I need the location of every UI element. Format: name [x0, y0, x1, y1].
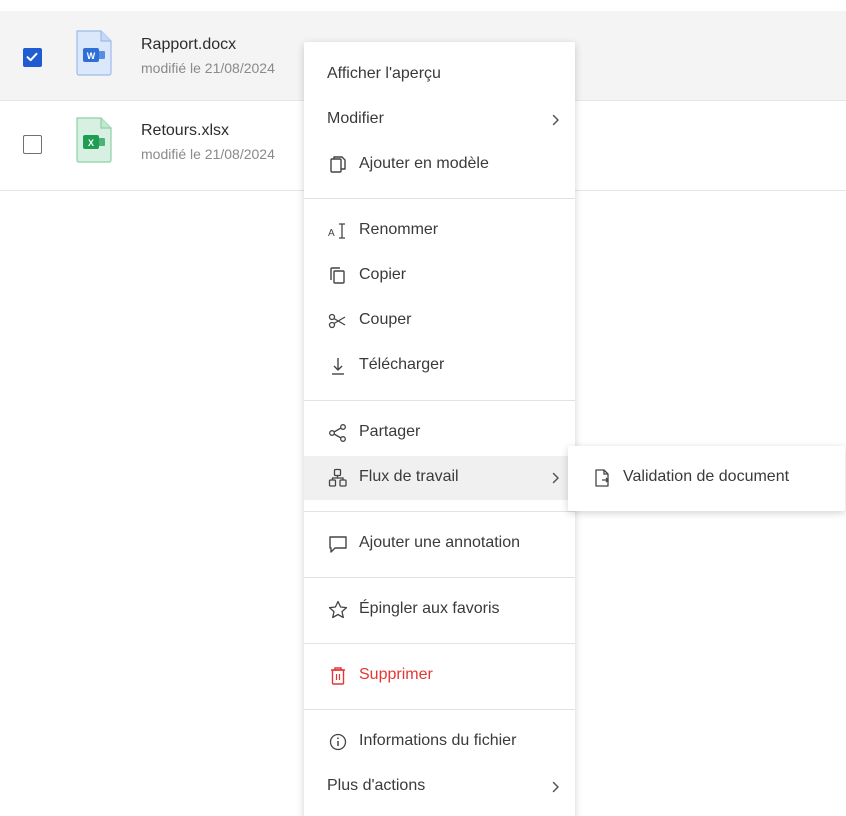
menu-item-label: Ajouter une annotation: [359, 534, 521, 551]
svg-text:X: X: [88, 138, 94, 148]
chevron-right-icon: [552, 781, 559, 793]
menu-item-copy[interactable]: Copier: [304, 254, 575, 298]
menu-item-share[interactable]: Partager: [304, 411, 575, 455]
menu-item-add-annotation[interactable]: Ajouter une annotation: [304, 522, 575, 566]
file-name[interactable]: Retours.xlsx: [141, 122, 229, 140]
menu-item-label: Supprimer: [359, 666, 433, 683]
menu-item-label: Partager: [359, 423, 421, 440]
workflow-icon: [328, 468, 347, 487]
template-icon: [330, 156, 346, 173]
star-icon: [328, 600, 348, 619]
menu-item-label: Copier: [359, 266, 407, 283]
menu-separator: [304, 511, 575, 512]
comment-icon: [329, 536, 347, 553]
menu-item-label: Ajouter en modèle: [359, 155, 489, 172]
file-browser: W Rapport.docx modifié le 21/08/2024 X R…: [0, 0, 846, 816]
menu-item-pin-favorites[interactable]: Épingler aux favoris: [304, 588, 575, 632]
menu-separator: [304, 400, 575, 401]
svg-text:A: A: [328, 228, 335, 239]
svg-text:W: W: [87, 51, 96, 61]
file-modified-date: modifié le 21/08/2024: [141, 146, 275, 162]
menu-item-label: Couper: [359, 311, 412, 328]
checkmark-icon: [26, 52, 38, 62]
menu-separator: [304, 709, 575, 710]
copy-icon: [330, 267, 345, 284]
menu-item-more-actions[interactable]: Plus d'actions: [304, 765, 575, 809]
excel-file-icon: X: [76, 117, 112, 163]
menu-item-label: Informations du fichier: [359, 732, 517, 749]
menu-item-workflow[interactable]: Flux de travail: [304, 456, 575, 500]
menu-item-label: Plus d'actions: [327, 777, 426, 794]
menu-item-file-info[interactable]: Informations du fichier: [304, 720, 575, 764]
menu-item-label: Afficher l'aperçu: [327, 65, 441, 82]
menu-item-delete[interactable]: Supprimer: [304, 654, 575, 698]
workflow-submenu: Validation de document: [568, 446, 845, 511]
file-checkbox[interactable]: [23, 135, 42, 154]
menu-item-label: Épingler aux favoris: [359, 600, 500, 617]
menu-item-edit[interactable]: Modifier: [304, 98, 575, 142]
menu-item-cut[interactable]: Couper: [304, 299, 575, 343]
file-checkbox[interactable]: [23, 48, 42, 67]
context-menu: Afficher l'aperçu Modifier Ajouter en mo…: [304, 42, 575, 816]
trash-icon: [331, 667, 345, 685]
menu-separator: [304, 643, 575, 644]
menu-item-label: Flux de travail: [359, 468, 459, 485]
scissors-icon: [328, 313, 346, 329]
rename-icon: A: [328, 223, 345, 239]
chevron-right-icon: [552, 472, 559, 484]
menu-item-label: Renommer: [359, 221, 439, 238]
menu-item-preview[interactable]: Afficher l'aperçu: [304, 53, 575, 97]
file-modified-date: modifié le 21/08/2024: [141, 60, 275, 76]
submenu-item-label: Validation de document: [623, 468, 790, 485]
download-icon: [332, 358, 344, 375]
menu-separator: [304, 577, 575, 578]
submenu-item-document-validation[interactable]: Validation de document: [568, 456, 845, 500]
menu-item-label: Modifier: [327, 110, 384, 127]
chevron-right-icon: [552, 114, 559, 126]
menu-item-label: Télécharger: [359, 356, 445, 373]
document-validate-icon: [595, 469, 609, 487]
menu-item-add-template[interactable]: Ajouter en modèle: [304, 143, 575, 187]
menu-item-download[interactable]: Télécharger: [304, 344, 575, 388]
menu-item-rename[interactable]: A Renommer: [304, 209, 575, 253]
share-icon: [329, 424, 346, 442]
word-file-icon: W: [76, 30, 112, 76]
file-name[interactable]: Rapport.docx: [141, 36, 236, 54]
info-icon: [329, 733, 347, 751]
menu-separator: [304, 198, 575, 199]
